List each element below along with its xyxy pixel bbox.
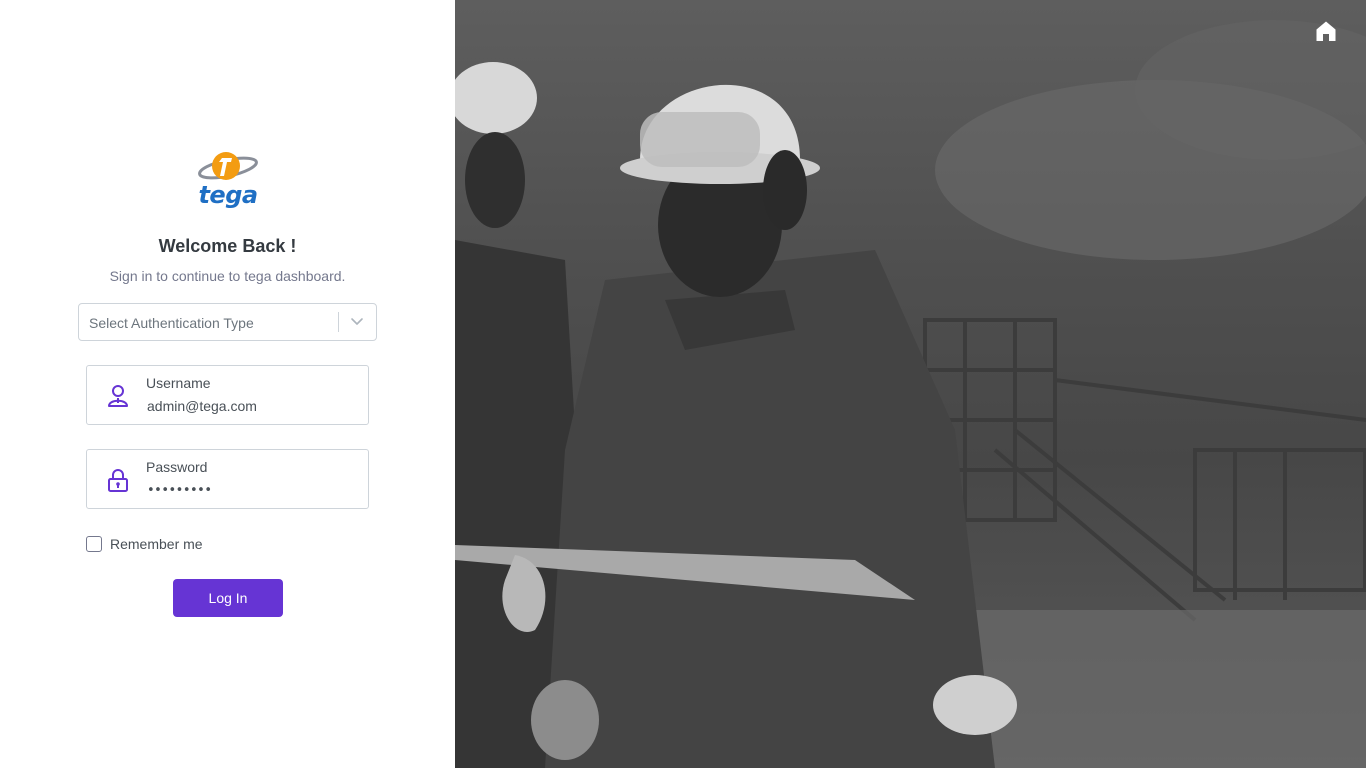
- hero-image: [455, 0, 1366, 768]
- chevron-down-icon[interactable]: [349, 313, 365, 329]
- hero-photo-illustration: [455, 20, 1366, 768]
- remember-me-checkbox[interactable]: [86, 536, 102, 552]
- auth-type-select[interactable]: Select Authentication Type: [78, 303, 377, 341]
- remember-me-label: Remember me: [110, 536, 203, 552]
- password-input[interactable]: [146, 480, 356, 500]
- user-icon: [108, 385, 128, 407]
- select-divider: [338, 312, 339, 332]
- welcome-subtitle: Sign in to continue to tega dashboard.: [109, 268, 346, 284]
- login-panel: tega Welcome Back ! Sign in to continue …: [0, 0, 455, 768]
- username-input[interactable]: [146, 396, 356, 416]
- auth-type-placeholder: Select Authentication Type: [89, 315, 254, 331]
- username-field[interactable]: Username: [86, 365, 369, 425]
- remember-me-row[interactable]: Remember me: [86, 535, 203, 553]
- welcome-title: Welcome Back !: [158, 236, 297, 256]
- username-label: Username: [146, 375, 211, 391]
- password-label: Password: [146, 459, 208, 475]
- home-icon[interactable]: [1315, 20, 1337, 42]
- tega-logo: tega: [196, 148, 260, 212]
- lock-icon: [108, 469, 128, 492]
- password-field[interactable]: Password: [86, 449, 369, 509]
- login-button[interactable]: Log In: [173, 579, 283, 617]
- logo-wordmark: tega: [198, 181, 258, 209]
